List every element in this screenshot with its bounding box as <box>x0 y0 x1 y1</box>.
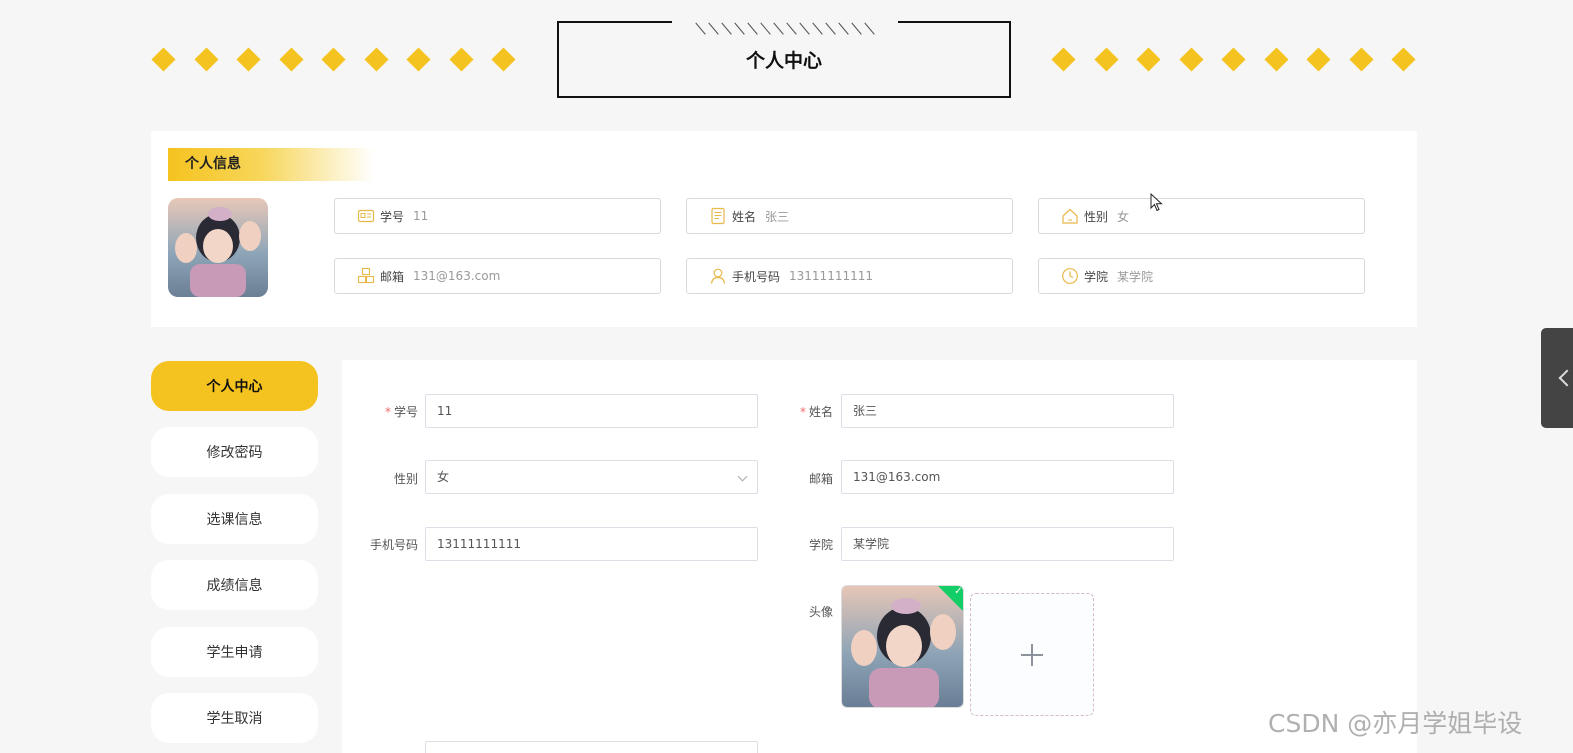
diamond-decoration <box>1391 47 1416 72</box>
home-icon <box>1061 207 1079 225</box>
personal-info-heading: 个人信息 <box>168 148 374 181</box>
diamond-decoration <box>363 47 389 72</box>
avatar-label: 头像 <box>808 605 833 619</box>
menu-item-student-application[interactable]: 学生申请 <box>151 627 318 677</box>
diamond-decoration <box>1348 47 1374 72</box>
mouse-cursor-icon <box>1150 193 1163 212</box>
phone-label: 手机号码 <box>369 538 418 552</box>
diamond-decoration <box>1051 47 1076 72</box>
diamond-decoration <box>236 47 261 72</box>
diamond-decoration <box>1263 47 1289 72</box>
name-input[interactable]: 张三 <box>841 394 1174 428</box>
info-label: 手机号码 <box>732 269 781 284</box>
avatar <box>168 198 268 297</box>
boxes-icon <box>357 267 375 285</box>
gender-label: 性别 <box>393 472 418 486</box>
email-label: 邮箱 <box>808 472 833 486</box>
info-field-gender: 性别 女 <box>1038 198 1365 234</box>
diamond-decoration <box>321 47 346 72</box>
menu-item-course-selection[interactable]: 选课信息 <box>151 494 318 544</box>
diamond-decoration <box>193 47 219 72</box>
info-field-college: 学院 某学院 <box>1038 258 1365 294</box>
college-label: 学院 <box>808 538 833 552</box>
clock-icon <box>1061 267 1079 285</box>
menu-item-grades[interactable]: 成绩信息 <box>151 560 318 610</box>
info-value: 女 <box>1117 209 1130 224</box>
student-id-input[interactable]: 11 <box>425 394 758 428</box>
info-label: 学号 <box>380 209 405 224</box>
page-title: 个人中心 <box>745 50 822 72</box>
diamond-decoration <box>1093 47 1119 72</box>
diamond-decoration <box>1136 47 1161 72</box>
menu-item-personal-center[interactable]: 个人中心 <box>151 361 318 411</box>
gender-select-value: 女 <box>437 470 450 484</box>
diamond-decoration <box>1221 47 1246 72</box>
info-value: 13111111111 <box>789 269 873 283</box>
document-icon <box>709 207 727 225</box>
page-title-box: 个人中心 <box>557 20 1011 98</box>
menu-item-student-cancel[interactable]: 学生取消 <box>151 693 318 743</box>
info-field-student-id: 学号 11 <box>334 198 661 234</box>
info-value: 11 <box>413 209 429 223</box>
plus-icon <box>1021 643 1043 666</box>
name-label: * 姓名 <box>799 405 833 419</box>
avatar-upload-preview[interactable]: ✓ <box>841 585 964 708</box>
watermark: CSDN @亦月学姐毕设 <box>1268 709 1523 738</box>
diamond-decoration <box>448 47 474 72</box>
info-field-phone: 手机号码 13111111111 <box>686 258 1013 294</box>
info-value: 131@163.com <box>413 269 501 283</box>
info-field-email: 邮箱 131@163.com <box>334 258 661 294</box>
phone-input[interactable]: 13111111111 <box>425 527 758 561</box>
diamond-decoration <box>151 47 176 72</box>
diamond-decoration <box>406 47 431 72</box>
check-icon: ✓ <box>954 585 963 597</box>
form-input-partial[interactable] <box>425 741 758 753</box>
info-label: 学院 <box>1084 269 1109 284</box>
diamond-decoration <box>491 47 516 72</box>
user-icon <box>709 267 727 285</box>
id-card-icon <box>357 207 375 225</box>
diamond-decoration <box>1306 47 1331 72</box>
side-panel-toggle[interactable] <box>1541 328 1573 428</box>
menu-item-change-password[interactable]: 修改密码 <box>151 427 318 477</box>
gender-select[interactable]: 女 <box>425 460 758 494</box>
chevron-down-icon[interactable] <box>737 471 748 482</box>
info-field-name: 姓名 张三 <box>686 198 1013 234</box>
info-label: 邮箱 <box>380 269 405 284</box>
avatar-upload-button[interactable] <box>970 593 1094 716</box>
diamond-decoration <box>1178 47 1204 72</box>
info-label: 性别 <box>1084 209 1109 224</box>
info-value: 某学院 <box>1117 269 1154 284</box>
student-id-label: * 学号 <box>384 405 418 419</box>
title-hatch-decoration <box>672 20 898 38</box>
diamond-decoration <box>278 47 304 72</box>
email-input[interactable]: 131@163.com <box>841 460 1174 494</box>
info-label: 姓名 <box>732 209 757 224</box>
info-value: 张三 <box>765 209 790 224</box>
college-input[interactable]: 某学院 <box>841 527 1174 561</box>
